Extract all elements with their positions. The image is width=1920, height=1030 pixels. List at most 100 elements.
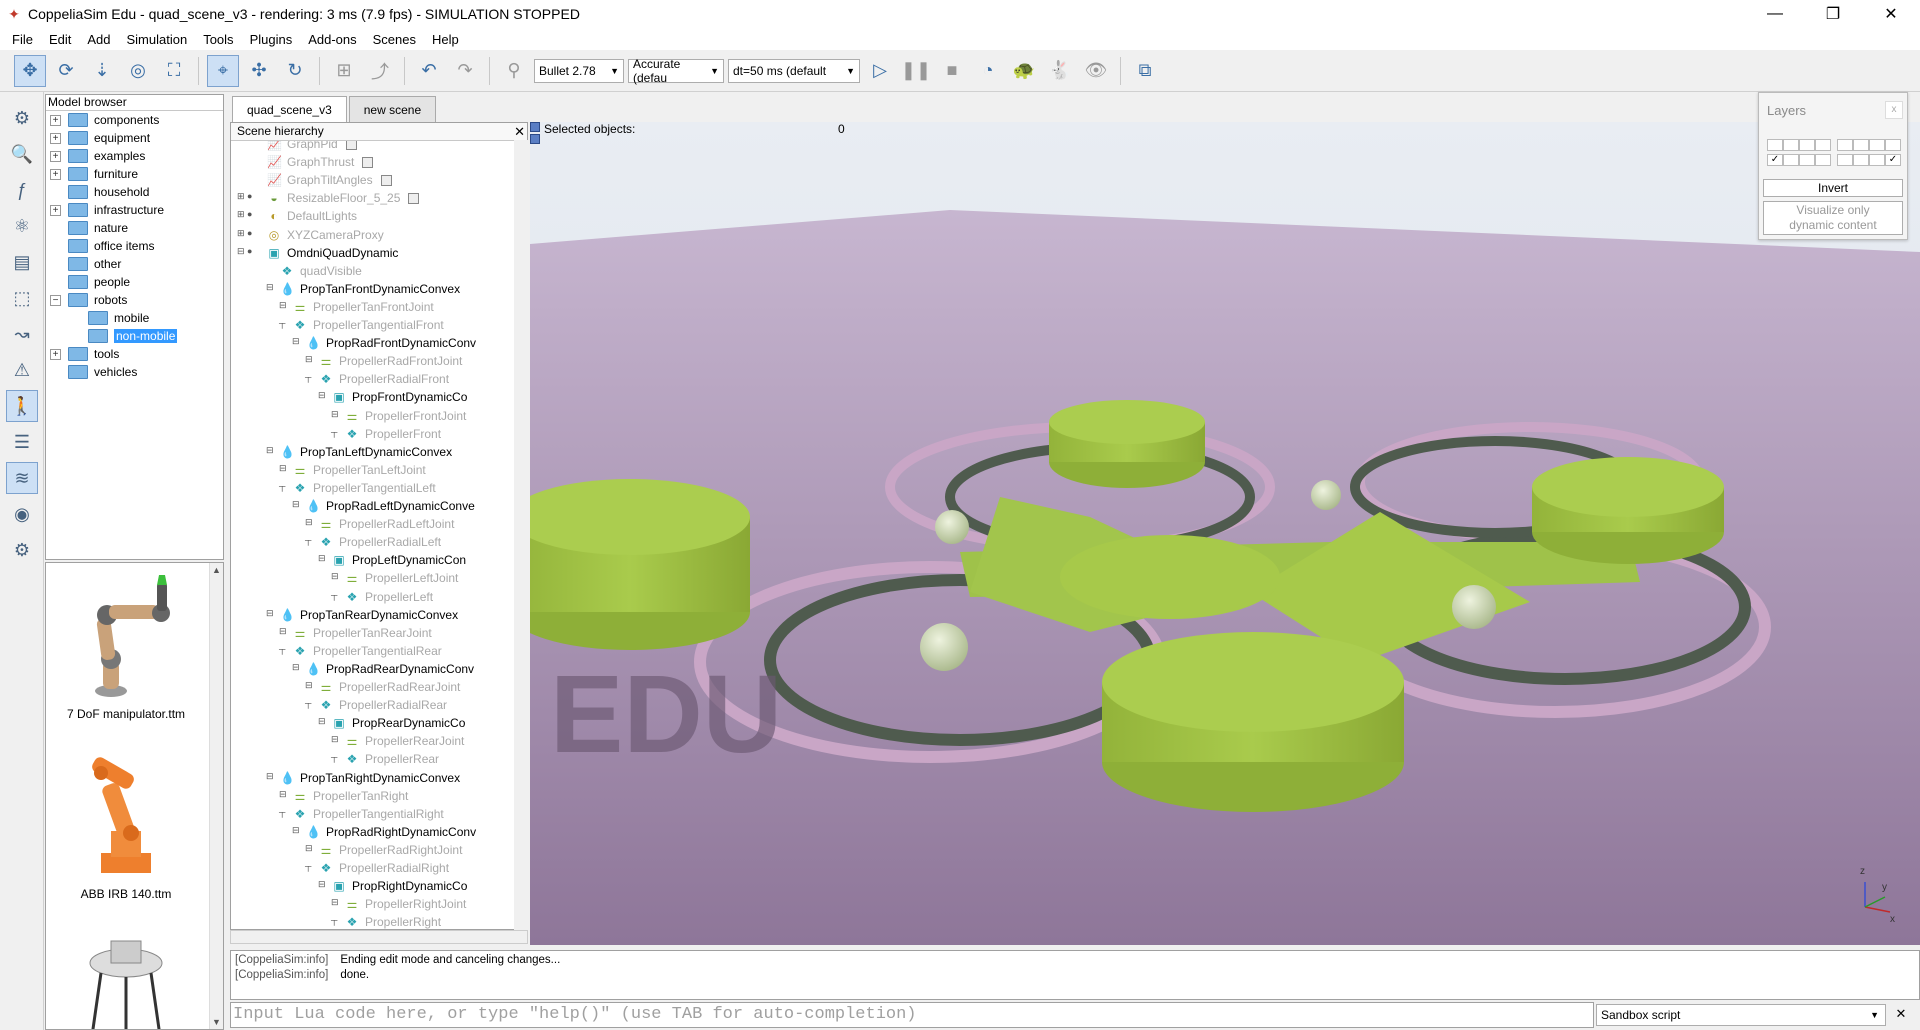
collapse-icon[interactable]: ⊟ xyxy=(292,825,300,836)
hierarchy-item[interactable]: ❖ quadVisible xyxy=(280,262,362,280)
hierarchy-item[interactable]: ❖ PropellerRear xyxy=(345,750,439,768)
expand-icon[interactable]: + xyxy=(50,132,61,144)
user-settings-icon[interactable]: ⚙ xyxy=(6,534,38,566)
object-shift-icon[interactable]: ✣ xyxy=(243,55,275,87)
script-type-select[interactable]: Sandbox script ▼ xyxy=(1596,1004,1886,1026)
close-button[interactable]: ✕ xyxy=(1862,0,1920,28)
simulation-settings-icon[interactable]: ⚙ xyxy=(6,102,38,134)
video-recorder-icon[interactable]: ◉ xyxy=(6,498,38,530)
visualize-dynamic-button[interactable]: Visualize only dynamic content xyxy=(1763,201,1903,235)
minimize-button[interactable]: — xyxy=(1746,0,1804,28)
collapse-icon[interactable]: ⊟ xyxy=(292,336,300,347)
menu-add[interactable]: Add xyxy=(79,32,118,47)
collapse-icon[interactable]: ⊟ xyxy=(331,571,339,582)
collapse-icon[interactable]: ⊟ xyxy=(318,716,326,727)
collapse-icon[interactable]: ⊟ xyxy=(292,662,300,673)
model-folder-office-items[interactable]: office items xyxy=(46,237,223,255)
transfer-dna-icon[interactable]: ⤴ xyxy=(364,55,396,87)
camera-angle-icon[interactable]: ◎ xyxy=(122,55,154,87)
pause-icon[interactable]: ❚❚ xyxy=(900,55,932,87)
collapse-icon[interactable]: ⊟ xyxy=(318,553,326,564)
layer-checkbox-checked[interactable]: ✓ xyxy=(1767,154,1783,166)
model-thumb-abb-irb140[interactable]: ABB IRB 140.ttm xyxy=(46,753,206,901)
hierarchy-item[interactable]: 📈 GraphTiltAngles xyxy=(267,171,392,189)
hierarchy-item[interactable]: ⚌ PropellerLeftJoint xyxy=(345,569,459,587)
scroll-up-icon[interactable]: ▲ xyxy=(212,565,221,575)
script-badge-icon[interactable] xyxy=(362,156,374,168)
expand-icon[interactable]: + xyxy=(50,150,61,162)
hierarchy-item[interactable]: 💧 PropRadFrontDynamicConv xyxy=(306,334,476,352)
model-folder-equipment[interactable]: + equipment xyxy=(46,129,223,147)
collapse-icon[interactable]: ⊟ xyxy=(331,409,339,420)
model-folder-furniture[interactable]: + furniture xyxy=(46,165,223,183)
hierarchy-item[interactable]: ⚌ PropellerRadRearJoint xyxy=(319,678,461,696)
expand-icon[interactable]: ⊞ ● xyxy=(237,191,252,202)
expand-icon[interactable]: + xyxy=(50,168,61,180)
click-select-icon[interactable]: ⌖ xyxy=(207,54,239,87)
collapse-icon[interactable]: ⊟ xyxy=(266,282,274,293)
thumbnails-scrollbar[interactable]: ▲ ▼ xyxy=(209,563,223,1029)
camera-shift-icon[interactable]: ⇣ xyxy=(86,55,118,87)
page-selector-icon[interactable]: ⧉ xyxy=(1129,55,1161,87)
close-icon[interactable]: ✕ xyxy=(514,123,525,140)
hierarchy-horizontal-scrollbar[interactable] xyxy=(230,930,528,944)
hierarchy-item[interactable]: 💧 PropTanFrontDynamicConvex xyxy=(280,280,460,298)
physics-engine-select[interactable]: Bullet 2.78 ▼ xyxy=(534,58,624,83)
restore-button[interactable]: ❐ xyxy=(1804,0,1862,28)
hierarchy-item[interactable]: ◎ XYZCameraProxy xyxy=(267,226,384,244)
zoom-icon[interactable]: 🔍 xyxy=(6,138,38,170)
stop-icon[interactable]: ■ xyxy=(936,55,968,87)
collapse-icon[interactable]: ┬ xyxy=(279,644,285,654)
menu-tools[interactable]: Tools xyxy=(195,32,241,47)
collapse-icon[interactable]: ┬ xyxy=(305,372,311,382)
scripts-icon[interactable]: ▤ xyxy=(6,246,38,278)
hierarchy-item[interactable]: ❖ PropellerTangentialLeft xyxy=(293,479,436,497)
menu-help[interactable]: Help xyxy=(424,32,467,47)
hierarchy-item[interactable]: ▣ PropRightDynamicCo xyxy=(332,877,467,895)
hierarchy-item[interactable]: ❖ PropellerRadialFront xyxy=(319,370,449,388)
menu-file[interactable]: File xyxy=(4,32,41,47)
path-edit-icon[interactable]: ↝ xyxy=(6,318,38,350)
hierarchy-item[interactable]: ⚌ PropellerRadFrontJoint xyxy=(319,352,463,370)
layer-checkbox[interactable] xyxy=(1853,154,1869,166)
hierarchy-item[interactable]: 💧 PropRadLeftDynamicConve xyxy=(306,497,475,515)
visualization-toggle-icon[interactable]: 👁 xyxy=(1080,55,1112,87)
menu-plugins[interactable]: Plugins xyxy=(242,32,301,47)
hierarchy-item[interactable]: ❖ PropellerTangentialRear xyxy=(293,642,442,660)
collapse-icon[interactable]: ⊟ xyxy=(266,771,274,782)
menu-simulation[interactable]: Simulation xyxy=(119,32,196,47)
hierarchy-item[interactable]: ❖ PropellerRadialLeft xyxy=(319,533,441,551)
model-folder-examples[interactable]: + examples xyxy=(46,147,223,165)
collapse-icon[interactable]: ⊟ xyxy=(305,354,313,365)
collapse-icon[interactable]: ⊟ xyxy=(305,517,313,528)
hierarchy-item[interactable]: ▣ PropLeftDynamicCon xyxy=(332,551,466,569)
hierarchy-item[interactable]: 💧 PropTanRearDynamicConvex xyxy=(280,606,458,624)
hierarchy-item[interactable]: ❖ PropellerFront xyxy=(345,425,441,443)
menu-scenes[interactable]: Scenes xyxy=(365,32,424,47)
collapse-icon[interactable]: ⊟ xyxy=(279,626,287,637)
collections-icon[interactable]: ⚛ xyxy=(6,210,38,242)
model-thumb-delta[interactable] xyxy=(46,933,206,1029)
view-button-icon[interactable] xyxy=(530,134,540,144)
hierarchy-item[interactable]: ⚌ PropellerRadLeftJoint xyxy=(319,515,455,533)
layer-checkbox[interactable] xyxy=(1815,154,1831,166)
hierarchy-item[interactable]: 💧 PropTanLeftDynamicConvex xyxy=(280,443,452,461)
layer-checkbox-checked[interactable]: ✓ xyxy=(1885,154,1901,166)
hierarchy-item[interactable]: 💧 PropRadRearDynamicConv xyxy=(306,660,474,678)
collapse-icon[interactable]: ⊟ xyxy=(266,445,274,456)
play-icon[interactable]: ▷ xyxy=(864,55,896,87)
tab-quad-scene-v3[interactable]: quad_scene_v3 xyxy=(232,96,347,122)
layer-checkbox[interactable] xyxy=(1815,139,1831,151)
collapse-icon[interactable]: ⊟ xyxy=(279,789,287,800)
camera-rotate-icon[interactable]: ⟳ xyxy=(50,55,82,87)
hierarchy-item[interactable]: ⚌ PropellerTanFrontJoint xyxy=(293,298,434,316)
menu-add-ons[interactable]: Add-ons xyxy=(300,32,364,47)
hierarchy-item[interactable]: 📈 GraphThrust xyxy=(267,153,374,171)
object-rotate-icon[interactable]: ↻ xyxy=(279,55,311,87)
hierarchy-item[interactable]: ❖ PropellerTangentialRight xyxy=(293,805,444,823)
collapse-icon[interactable]: ⊟ xyxy=(292,499,300,510)
collapse-icon[interactable]: ⊟ xyxy=(305,843,313,854)
timestep-select[interactable]: dt=50 ms (default ▼ xyxy=(728,58,860,83)
layer-checkbox[interactable] xyxy=(1767,139,1783,151)
model-folder-vehicles[interactable]: vehicles xyxy=(46,363,223,381)
